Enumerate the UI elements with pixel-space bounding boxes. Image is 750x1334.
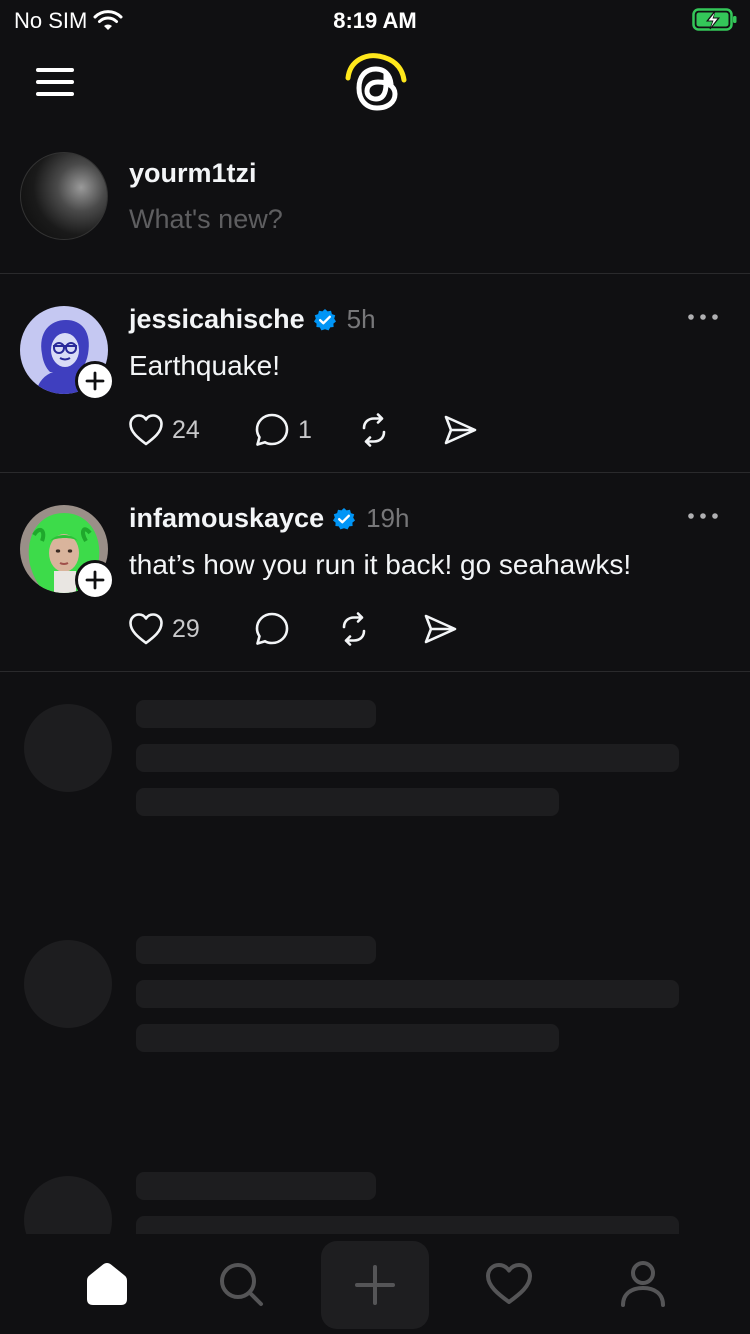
like-button[interactable]: 29 (128, 612, 254, 646)
repost-button[interactable] (336, 611, 422, 647)
tab-search[interactable] (191, 1234, 291, 1334)
like-button[interactable]: 24 (128, 413, 254, 447)
heart-icon (129, 414, 163, 446)
tab-compose[interactable] (321, 1241, 429, 1329)
profile-icon (621, 1261, 665, 1307)
post-text: Earthquake! (129, 350, 280, 381)
share-button[interactable] (442, 412, 478, 448)
post-author[interactable]: infamouskayce (129, 503, 324, 534)
repost-icon (342, 612, 366, 646)
comment-icon (255, 612, 289, 645)
post-header: infamouskayce 19h (129, 503, 409, 534)
follow-button[interactable] (75, 361, 115, 401)
comment-icon (255, 413, 289, 446)
threads-logo-icon[interactable] (340, 50, 412, 122)
compose-icon (355, 1265, 395, 1305)
post-header: jessicahische 5h (129, 304, 376, 335)
loading-skeletons (0, 672, 750, 1234)
more-options-icon[interactable] (686, 310, 720, 324)
repost-icon (362, 413, 386, 447)
battery-icon (692, 8, 738, 38)
post-card: jessicahische 5h Earthquake! 24 1 (0, 274, 750, 473)
status-bar: No SIM 8:19 AM (0, 0, 750, 40)
post-age: 19h (366, 503, 410, 533)
verified-badge-icon (333, 507, 356, 529)
post-actions: 24 1 (128, 410, 478, 450)
more-options-icon[interactable] (686, 509, 720, 523)
plus-icon (85, 371, 105, 391)
my-avatar[interactable] (20, 152, 108, 240)
repost-button[interactable] (356, 412, 442, 448)
reply-count: 1 (298, 415, 312, 444)
tab-activity[interactable] (459, 1234, 559, 1334)
top-navigation (0, 40, 750, 130)
follow-button[interactable] (75, 560, 115, 600)
composer-input[interactable]: What's new? (129, 204, 689, 235)
share-button[interactable] (422, 611, 458, 647)
reply-button[interactable] (254, 611, 336, 647)
send-icon (424, 614, 457, 644)
heart-icon (129, 613, 163, 645)
activity-heart-icon (486, 1263, 532, 1304)
hamburger-menu-icon[interactable] (36, 68, 74, 98)
tab-profile[interactable] (593, 1234, 693, 1334)
post-text: that’s how you run it back! go seahawks! (129, 549, 632, 580)
verified-badge-icon (313, 308, 336, 330)
post-card: infamouskayce 19h that’s how you run it … (0, 473, 750, 672)
tab-home[interactable] (57, 1234, 157, 1334)
post-actions: 29 (128, 609, 458, 649)
send-icon (444, 415, 477, 445)
reply-button[interactable]: 1 (254, 412, 356, 448)
like-count: 24 (172, 415, 200, 444)
home-icon (87, 1263, 127, 1305)
composer-username: yourm1tzi (129, 158, 257, 188)
like-count: 29 (172, 614, 200, 643)
bottom-tab-bar (0, 1234, 750, 1334)
clock: 8:19 AM (333, 8, 417, 33)
composer: yourm1tzi What's new? (0, 140, 750, 274)
search-icon (220, 1263, 263, 1306)
post-age: 5h (346, 304, 376, 334)
post-author[interactable]: jessicahische (129, 304, 305, 335)
plus-icon (85, 570, 105, 590)
